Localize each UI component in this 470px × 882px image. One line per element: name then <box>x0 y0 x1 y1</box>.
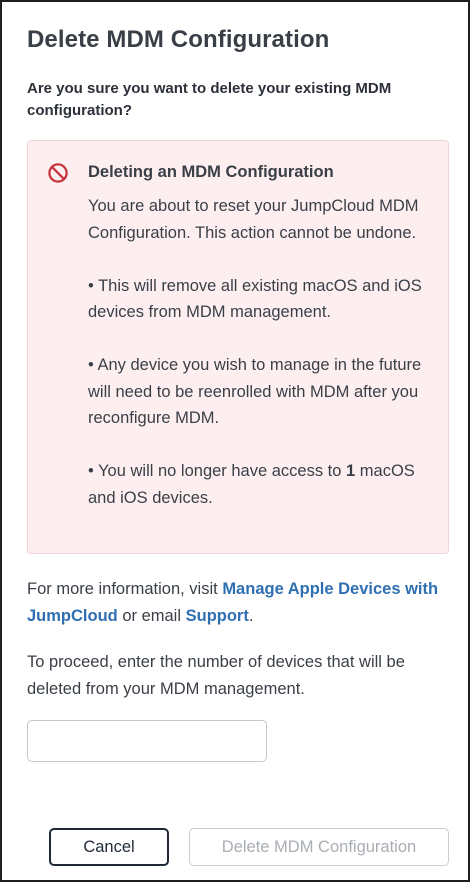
info-suffix: . <box>248 606 254 625</box>
warning-heading: Deleting an MDM Configuration <box>88 163 334 181</box>
delete-mdm-dialog: Delete MDM Configuration Are you sure yo… <box>0 0 470 882</box>
device-count: 1 <box>346 462 356 480</box>
warning-bullet-access-prefix: • You will no longer have access to <box>88 462 347 480</box>
warning-bullet-access: • You will no longer have access to 1 ma… <box>88 458 433 511</box>
warning-body: You are about to reset your JumpCloud MD… <box>88 193 433 511</box>
info-middle: or email <box>117 606 186 625</box>
support-link[interactable]: Support <box>186 607 249 625</box>
info-prefix: For more information, visit <box>27 580 223 598</box>
warning-bullet-reenroll: • Any device you wish to manage in the f… <box>88 356 422 427</box>
confirmation-question: Are you sure you want to delete your exi… <box>27 80 392 119</box>
proceed-instruction: To proceed, enter the number of devices … <box>27 653 405 698</box>
device-count-input[interactable] <box>27 720 267 762</box>
prohibited-icon <box>48 163 68 183</box>
warning-box: Deleting an MDM Configuration You are ab… <box>27 140 449 554</box>
cancel-button[interactable]: Cancel <box>49 828 169 866</box>
dialog-title: Delete MDM Configuration <box>27 26 330 53</box>
warning-bullet-remove-devices: • This will remove all existing macOS an… <box>88 276 422 322</box>
warning-intro: You are about to reset your JumpCloud MD… <box>88 197 419 242</box>
more-info-text: For more information, visit Manage Apple… <box>27 576 447 629</box>
delete-mdm-configuration-button[interactable]: Delete MDM Configuration <box>189 828 449 866</box>
